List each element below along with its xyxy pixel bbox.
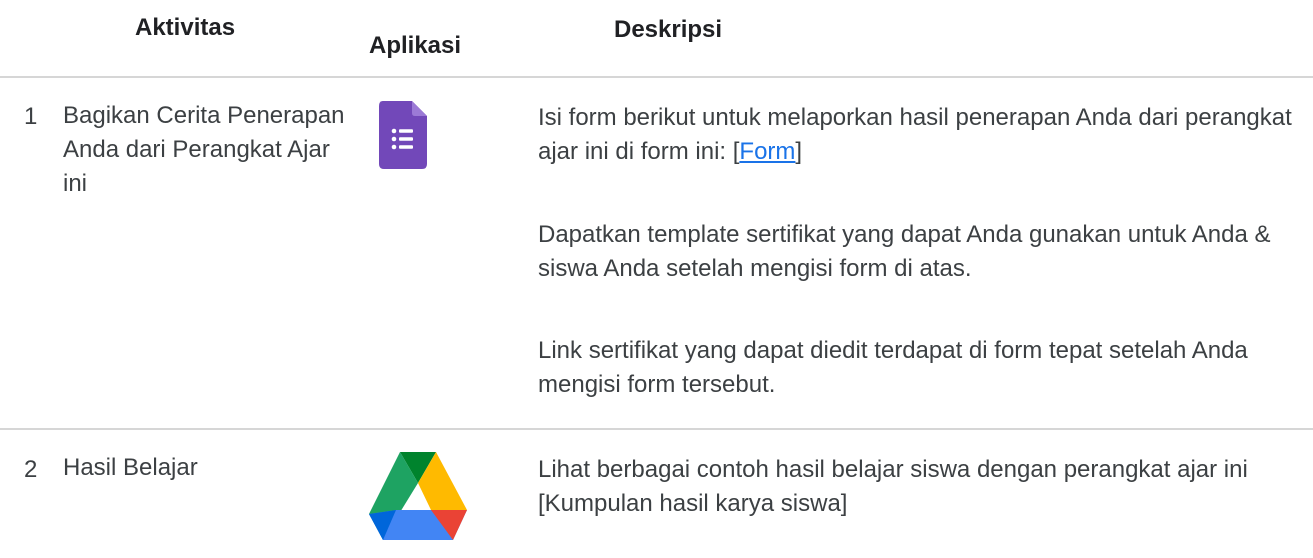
header-activity: Aktivitas xyxy=(135,14,236,41)
description-paragraph: Lihat berbagai contoh hasil belajar sisw… xyxy=(538,456,1248,517)
header-description: Deskripsi xyxy=(614,16,723,43)
google-forms-icon[interactable] xyxy=(379,101,427,169)
google-drive-icon[interactable] xyxy=(369,452,467,540)
description-text: Isi form berikut untuk melaporkan hasil … xyxy=(538,104,1292,165)
header-app: Aplikasi xyxy=(369,32,462,59)
description-cell: Isi form berikut untuk melaporkan hasil … xyxy=(538,101,1298,402)
activity-name: Bagikan Cerita Penerapan Anda dari Peran… xyxy=(63,102,345,197)
form-link[interactable]: Form xyxy=(739,138,795,165)
row-divider xyxy=(0,428,1313,430)
description-paragraph: Dapatkan template sertifikat yang dapat … xyxy=(538,221,1271,282)
header-divider xyxy=(0,76,1313,78)
description-text: ] xyxy=(795,138,803,165)
description-cell: Lihat berbagai contoh hasil belajar sisw… xyxy=(538,453,1298,521)
description-paragraph: Isi form berikut untuk melaporkan hasil … xyxy=(538,101,1298,169)
description-paragraph: Link sertifikat yang dapat diedit terdap… xyxy=(538,337,1248,398)
row-number: 2 xyxy=(24,456,38,483)
row-number: 1 xyxy=(24,103,38,130)
activity-name: Hasil Belajar xyxy=(63,454,198,481)
